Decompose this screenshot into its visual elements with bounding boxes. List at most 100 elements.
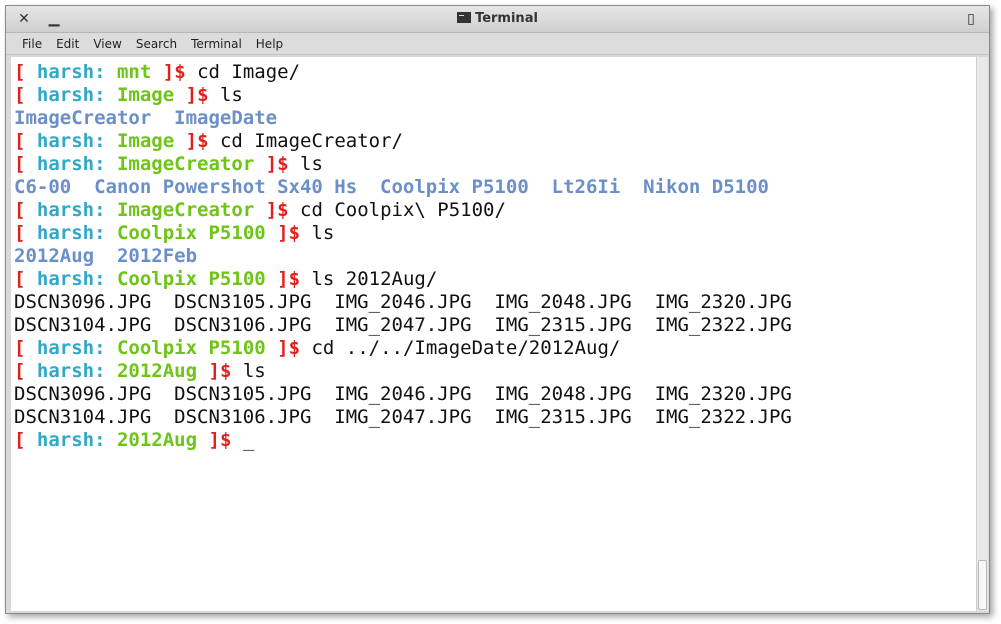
prompt-close-bracket: ]$	[265, 222, 312, 244]
prompt-command: cd ../../ImageDate/2012Aug/	[311, 337, 621, 359]
prompt-command: ls	[311, 222, 335, 244]
directory-listing: ImageCreator ImageDate	[14, 107, 278, 129]
prompt-colon: :	[94, 222, 117, 244]
prompt-cwd: ImageCreator	[116, 199, 255, 221]
prompt-user: harsh	[36, 61, 95, 83]
prompt-open-bracket: [	[14, 268, 37, 290]
title-bar: ✕ ▁ Terminal ▯	[6, 6, 989, 33]
file-listing: DSCN3104.JPG DSCN3106.JPG IMG_2047.JPG I…	[14, 314, 792, 336]
prompt-user: harsh	[36, 429, 95, 451]
prompt-close-bracket: ]$	[265, 268, 312, 290]
output-line: DSCN3104.JPG DSCN3106.JPG IMG_2047.JPG I…	[14, 314, 792, 337]
prompt-close-bracket: ]$	[197, 429, 243, 451]
prompt-user: harsh	[36, 268, 95, 290]
prompt-line: [ harsh: Image ]$ ls	[14, 84, 792, 107]
prompt-colon: :	[94, 84, 117, 106]
restore-icon[interactable]: ▯	[961, 9, 981, 29]
prompt-colon: :	[94, 130, 117, 152]
terminal-output[interactable]: [ harsh: mnt ]$ cd Image/[ harsh: Image …	[11, 57, 976, 611]
prompt-open-bracket: [	[14, 153, 37, 175]
prompt-user: harsh	[36, 337, 95, 359]
prompt-open-bracket: [	[14, 360, 37, 382]
prompt-colon: :	[94, 153, 117, 175]
output-line: 2012Aug 2012Feb	[14, 245, 792, 268]
prompt-cwd: Coolpix P5100	[116, 337, 266, 359]
menu-search[interactable]: Search	[129, 33, 184, 55]
prompt-close-bracket: ]$	[174, 84, 220, 106]
prompt-user: harsh	[36, 199, 95, 221]
file-listing: DSCN3096.JPG DSCN3105.JPG IMG_2046.JPG I…	[14, 383, 792, 405]
prompt-command: ls	[242, 360, 266, 382]
prompt-command: ls 2012Aug/	[311, 268, 438, 290]
prompt-command: ls	[219, 84, 243, 106]
prompt-open-bracket: [	[14, 130, 37, 152]
prompt-command: cd Coolpix\ P5100/	[300, 199, 506, 221]
prompt-line: [ harsh: Coolpix P5100 ]$ ls 2012Aug/	[14, 268, 792, 291]
prompt-cwd: 2012Aug	[116, 360, 198, 382]
prompt-colon: :	[94, 337, 117, 359]
prompt-line: [ harsh: Coolpix P5100 ]$ ls	[14, 222, 792, 245]
prompt-open-bracket: [	[14, 429, 37, 451]
prompt-cwd: Image	[116, 130, 175, 152]
output-line: C6-00 Canon Powershot Sx40 Hs Coolpix P5…	[14, 176, 792, 199]
terminal-icon	[457, 12, 472, 23]
directory-listing: C6-00 Canon Powershot Sx40 Hs Coolpix P5…	[14, 176, 769, 198]
prompt-cwd: mnt	[116, 61, 152, 83]
output-line: DSCN3104.JPG DSCN3106.JPG IMG_2047.JPG I…	[14, 406, 792, 429]
prompt-line: [ harsh: 2012Aug ]$ _	[14, 429, 792, 452]
prompt-close-bracket: ]$	[265, 337, 312, 359]
prompt-cwd: 2012Aug	[116, 429, 198, 451]
prompt-line: [ harsh: mnt ]$ cd Image/	[14, 61, 792, 84]
prompt-open-bracket: [	[14, 84, 37, 106]
prompt-colon: :	[94, 61, 117, 83]
prompt-close-bracket: ]$	[151, 61, 198, 83]
prompt-open-bracket: [	[14, 61, 37, 83]
prompt-colon: :	[94, 199, 117, 221]
prompt-cwd: Coolpix P5100	[116, 268, 266, 290]
output-line: DSCN3096.JPG DSCN3105.JPG IMG_2046.JPG I…	[14, 291, 792, 314]
prompt-user: harsh	[36, 360, 95, 382]
menu-file[interactable]: File	[15, 33, 49, 55]
output-line: ImageCreator ImageDate	[14, 107, 792, 130]
window-title: Terminal	[6, 11, 989, 26]
menu-terminal[interactable]: Terminal	[184, 33, 249, 55]
menu-view[interactable]: View	[86, 33, 128, 55]
prompt-user: harsh	[36, 130, 95, 152]
text-cursor: _	[242, 429, 255, 451]
prompt-line: [ harsh: Image ]$ cd ImageCreator/	[14, 130, 792, 153]
prompt-open-bracket: [	[14, 222, 37, 244]
prompt-close-bracket: ]$	[254, 153, 301, 175]
output-line: DSCN3096.JPG DSCN3105.JPG IMG_2046.JPG I…	[14, 383, 792, 406]
prompt-command: cd Image/	[197, 61, 301, 83]
prompt-open-bracket: [	[14, 199, 37, 221]
menu-help[interactable]: Help	[249, 33, 290, 55]
prompt-command: cd ImageCreator/	[219, 130, 403, 152]
prompt-user: harsh	[36, 222, 95, 244]
terminal-text: [ harsh: mnt ]$ cd Image/[ harsh: Image …	[14, 61, 792, 452]
window-title-text: Terminal	[475, 11, 538, 26]
prompt-cwd: ImageCreator	[116, 153, 255, 175]
prompt-user: harsh	[36, 84, 95, 106]
prompt-colon: :	[94, 360, 117, 382]
prompt-cwd: Image	[116, 84, 175, 106]
menu-bar: File Edit View Search Terminal Help	[6, 33, 989, 55]
prompt-close-bracket: ]$	[197, 360, 243, 382]
scrollbar-thumb[interactable]	[978, 560, 987, 610]
prompt-line: [ harsh: Coolpix P5100 ]$ cd ../../Image…	[14, 337, 792, 360]
menu-edit[interactable]: Edit	[49, 33, 86, 55]
prompt-cwd: Coolpix P5100	[116, 222, 266, 244]
scrollbar[interactable]	[976, 57, 988, 611]
prompt-colon: :	[94, 268, 117, 290]
prompt-user: harsh	[36, 153, 95, 175]
file-listing: DSCN3096.JPG DSCN3105.JPG IMG_2046.JPG I…	[14, 291, 792, 313]
prompt-line: [ harsh: 2012Aug ]$ ls	[14, 360, 792, 383]
prompt-close-bracket: ]$	[174, 130, 220, 152]
prompt-line: [ harsh: ImageCreator ]$ ls	[14, 153, 792, 176]
prompt-line: [ harsh: ImageCreator ]$ cd Coolpix\ P51…	[14, 199, 792, 222]
directory-listing: 2012Aug 2012Feb	[14, 245, 198, 267]
prompt-open-bracket: [	[14, 337, 37, 359]
file-listing: DSCN3104.JPG DSCN3106.JPG IMG_2047.JPG I…	[14, 406, 792, 428]
prompt-colon: :	[94, 429, 117, 451]
prompt-command: ls	[300, 153, 323, 175]
terminal-window: ✕ ▁ Terminal ▯ File Edit View Search Ter…	[5, 5, 990, 614]
